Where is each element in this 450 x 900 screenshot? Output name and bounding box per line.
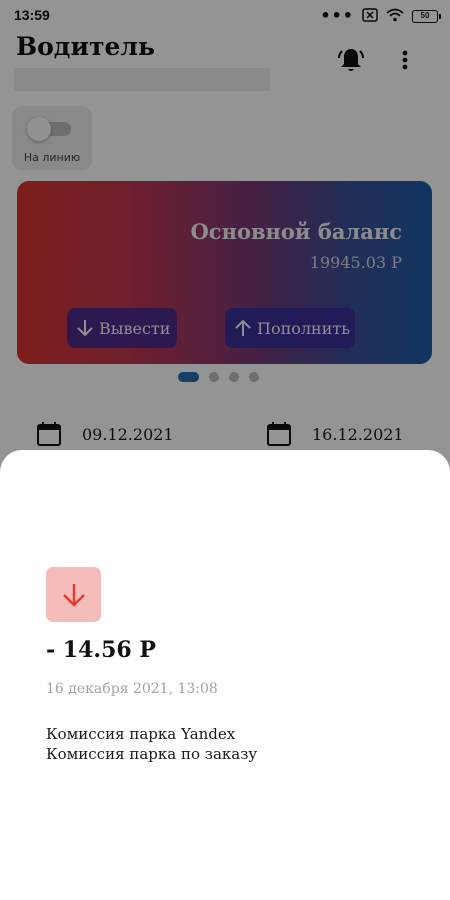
transaction-type-badge — [46, 567, 101, 622]
transaction-details-sheet: - 14.56 Р 16 декабря 2021, 13:08 Комисси… — [0, 450, 450, 900]
transaction-description: Комиссия парка Yandex Комиссия парка по … — [46, 724, 257, 764]
transaction-description-line: Комиссия парка Yandex — [46, 725, 236, 743]
transaction-amount: - 14.56 Р — [46, 637, 156, 663]
transaction-description-line: Комиссия парка по заказу — [46, 745, 258, 763]
transaction-date: 16 декабря 2021, 13:08 — [46, 681, 218, 697]
arrow-down-icon — [62, 583, 85, 607]
